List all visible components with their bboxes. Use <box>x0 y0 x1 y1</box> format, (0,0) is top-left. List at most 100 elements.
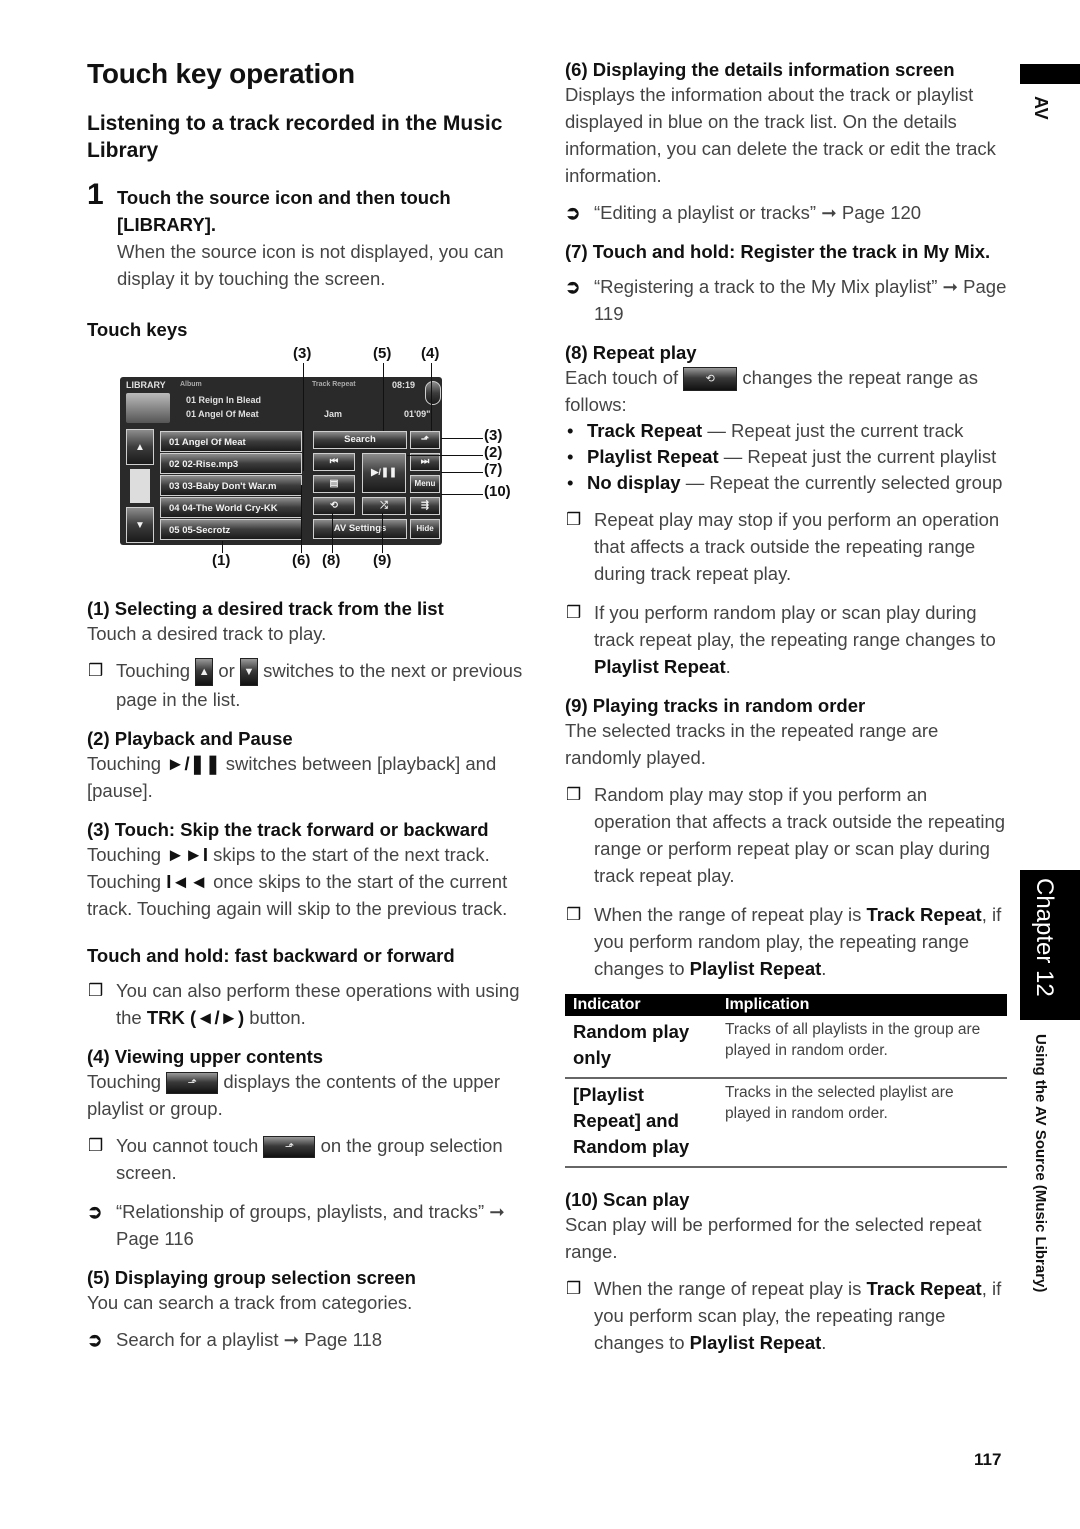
chapter-tab-label: Chapter 12 <box>1031 878 1058 997</box>
indicator-cell: Random play only <box>565 1016 717 1080</box>
touch-keys-figure: (3) (5) (4) (3) (2) (7) (10) (1) (6) (8)… <box>87 345 532 575</box>
callout-3-top: (3) <box>293 345 312 362</box>
track-list-item[interactable]: 01 Angel Of Meat <box>160 431 302 452</box>
cross-reference[interactable]: ➲ Search for a playlist ➞ Page 118 <box>87 1326 532 1353</box>
track-list-item[interactable]: 02 02-Rise.mp3 <box>160 453 302 474</box>
leader-line <box>441 438 483 439</box>
next-track-icon: ►►I <box>166 844 208 866</box>
menu-button[interactable]: Menu <box>410 475 440 493</box>
leader-line <box>407 455 483 456</box>
scan-button[interactable]: ⇶ <box>410 497 440 515</box>
page-down-button[interactable]: ▼ <box>126 507 154 543</box>
screen-source: LIBRARY <box>126 380 166 390</box>
callout-2: (2) <box>484 444 503 461</box>
note-text: Touching <box>116 660 191 681</box>
leader-line <box>441 494 483 495</box>
reference-link[interactable]: “Relationship of groups, playlists, and … <box>116 1201 505 1249</box>
note-bold: Playlist Repeat <box>689 958 822 980</box>
page-number: 117 <box>974 1450 1002 1469</box>
touch-keys-heading: Touch keys <box>87 319 188 340</box>
hide-button[interactable]: Hide <box>410 519 440 539</box>
cross-reference[interactable]: ➲ “Editing a playlist or tracks” ➞ Page … <box>565 199 1007 226</box>
bullet-text: — Repeat the currently selected group <box>680 472 1003 494</box>
note-text: Repeat play may stop if you perform an o… <box>594 509 1000 585</box>
section-heading: (1) Selecting a desired track from the l… <box>87 598 444 619</box>
track-list-item[interactable]: 05 05-Secrotz <box>160 519 302 540</box>
upper-contents-icon: ⬏ <box>166 1072 219 1095</box>
column-header: Indicator <box>565 994 717 1017</box>
bullet-term: Track Repeat <box>587 420 703 442</box>
track-list-item[interactable]: 04 04-The World Cry-KK <box>160 497 302 518</box>
note: ❒ Touching ▲ or ▼ switches to the next o… <box>87 657 532 713</box>
page-up-button[interactable]: ▲ <box>126 429 154 465</box>
reference-link[interactable]: “Editing a playlist or tracks” ➞ Page 12… <box>594 202 921 223</box>
note: ❒ If you perform random play or scan pla… <box>565 599 1007 680</box>
note-text: When the range of repeat play is <box>594 904 862 926</box>
bullet-text: — Repeat just the current track <box>702 420 964 442</box>
section-5: (5) Displaying group selection screen Yo… <box>87 1266 532 1353</box>
callout-8: (8) <box>322 552 341 569</box>
page-down-arrow-icon: ▼ <box>239 658 258 687</box>
bullet-item: • Track Repeat — Repeat just the current … <box>565 418 1007 444</box>
section-9: (9) Playing tracks in random order The s… <box>565 694 1007 982</box>
section-hold: Touch and hold: fast backward or forward… <box>87 944 532 1031</box>
note: ❒ Repeat play may stop if you perform an… <box>565 506 1007 587</box>
note-text: or <box>218 660 235 681</box>
screen-clock: 08:19 <box>392 380 416 390</box>
cross-reference[interactable]: ➲ “Registering a track to the My Mix pla… <box>565 273 1007 327</box>
note: ❒ When the range of repeat play is Track… <box>565 901 1007 982</box>
details-button[interactable]: ▤ <box>313 475 355 493</box>
leader-line <box>431 363 432 431</box>
note: ❒ You can also perform these operations … <box>87 977 532 1031</box>
leader-line <box>222 541 223 553</box>
av-tab-label: AV <box>1031 96 1051 120</box>
source-icon-button[interactable] <box>425 381 441 405</box>
section-heading: (7) Touch and hold: Register the track i… <box>565 241 991 262</box>
random-button[interactable]: ⤮ <box>362 497 406 515</box>
reference-link[interactable]: “Registering a track to the My Mix playl… <box>594 276 1006 324</box>
note-text: You cannot touch <box>116 1135 259 1157</box>
note-box-icon: ❒ <box>566 510 582 530</box>
table-row: Random play only Tracks of all playlists… <box>565 1016 1007 1080</box>
left-column: Touch key operation Listening to a track… <box>87 58 532 1367</box>
upper-contents-button[interactable]: ⬏ <box>410 431 440 449</box>
leader-line <box>301 485 302 553</box>
indicator-table: Indicator Implication Random play only T… <box>565 994 1007 1169</box>
bullet-icon: • <box>567 420 574 442</box>
section-3: (3) Touch: Skip the track forward or bac… <box>87 818 532 922</box>
note: ❒ You cannot touch ⬏ on the group select… <box>87 1132 532 1186</box>
repeat-button[interactable]: ⟲ <box>313 497 355 515</box>
side-section-title: Using the AV Source (Music Library) <box>1032 1034 1049 1293</box>
note-box-icon: ❒ <box>566 785 582 805</box>
right-column: (6) Displaying the details information s… <box>565 58 1007 1370</box>
screen-source-sub: Album <box>180 381 202 388</box>
reference-link[interactable]: Search for a playlist ➞ Page 118 <box>116 1329 382 1350</box>
now-playing-track: 01 Angel Of Meat <box>186 409 259 419</box>
note-box-icon: ❒ <box>88 661 104 680</box>
section-heading: Touch and hold: fast backward or forward <box>87 945 455 967</box>
note-text: button. <box>249 1007 306 1029</box>
note-text: If you perform random play or scan play … <box>594 602 996 651</box>
callout-1: (1) <box>212 552 231 569</box>
previous-track-button[interactable]: ⏮ <box>313 453 355 471</box>
section-heading: (8) Repeat play <box>565 342 697 363</box>
cross-reference[interactable]: ➲ “Relationship of groups, playlists, an… <box>87 1198 532 1252</box>
column-header: Implication <box>717 994 1007 1017</box>
note-text: Random play may stop if you perform an o… <box>594 784 1006 887</box>
callout-7: (7) <box>484 461 503 478</box>
track-list-item[interactable]: 03 03-Baby Don't War.m <box>160 475 302 496</box>
search-button[interactable]: Search <box>313 431 407 449</box>
repeat-icon: ⟲ <box>683 367 738 392</box>
bullet-item: • No display — Repeat the currently selec… <box>565 470 1007 496</box>
section-6: (6) Displaying the details information s… <box>565 58 1007 226</box>
section-10: (10) Scan play Scan play will be perform… <box>565 1188 1007 1356</box>
elapsed-time: 01'09" <box>404 409 431 419</box>
play-pause-button[interactable]: ▶/❚❚ <box>362 453 406 493</box>
body-text: Each touch of <box>565 367 679 388</box>
note: ❒ When the range of repeat play is Track… <box>565 1275 1007 1356</box>
av-settings-button[interactable]: AV Settings <box>313 519 407 539</box>
implication-cell: Tracks of all playlists in the group are… <box>717 1016 1007 1080</box>
scrollbar[interactable] <box>130 469 150 503</box>
bullet-item: • Playlist Repeat — Repeat just the curre… <box>565 444 1007 470</box>
reference-arrow-icon: ➲ <box>87 1201 103 1223</box>
